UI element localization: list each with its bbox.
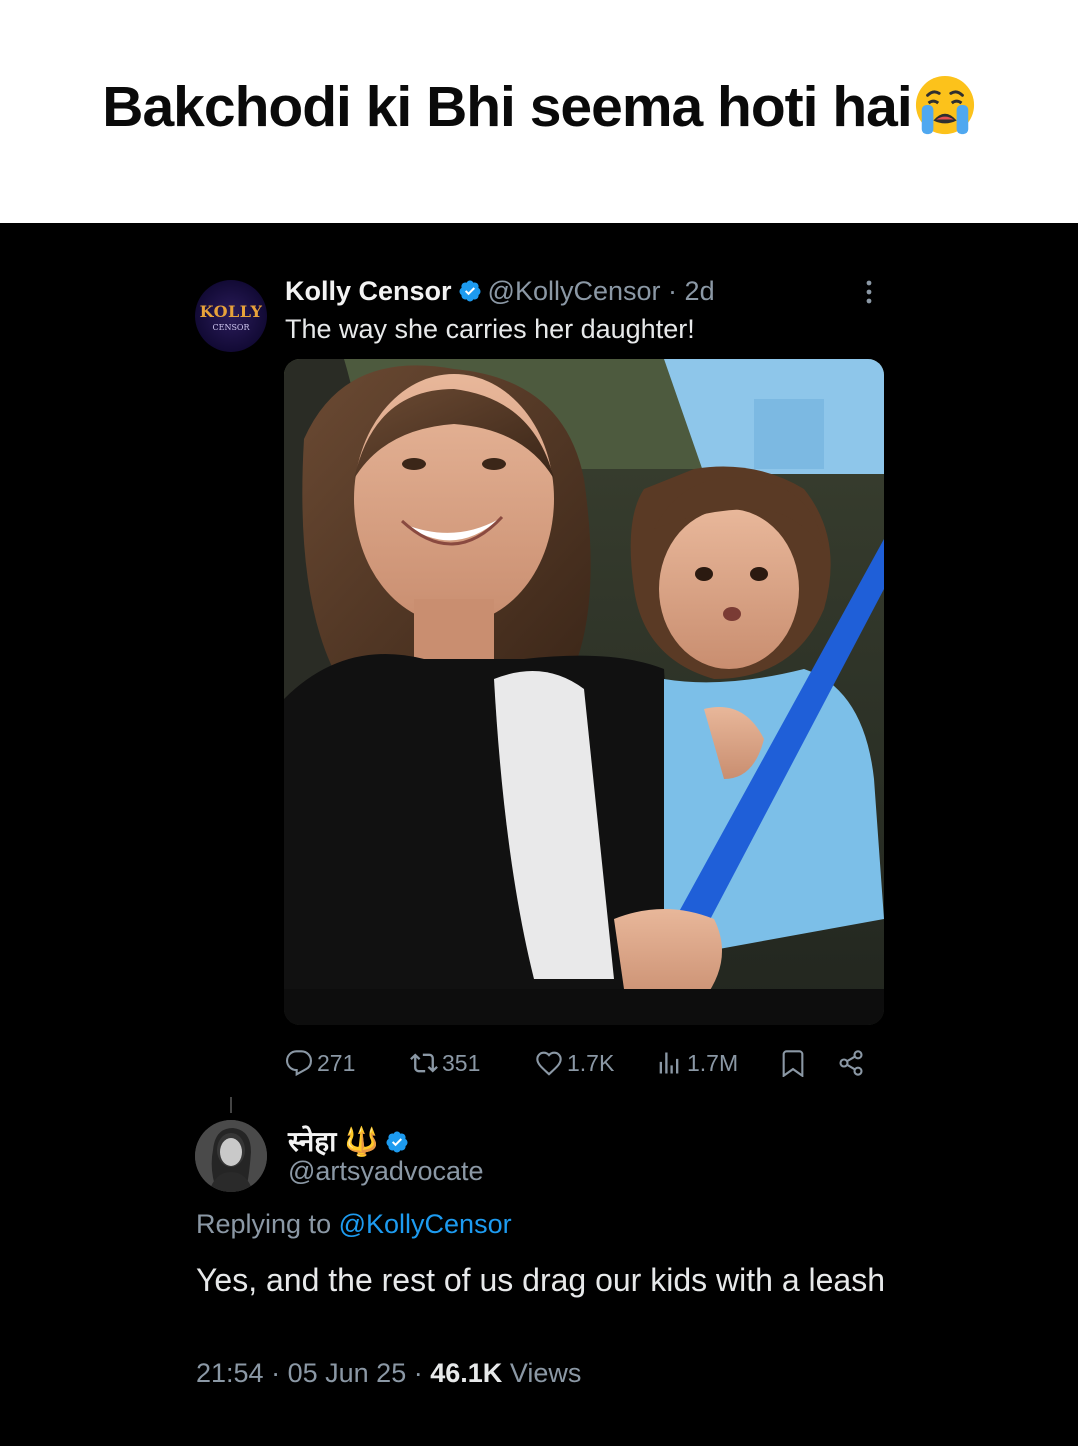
avatar-logo-text: KOLLY <box>199 302 263 321</box>
views-action[interactable]: 1.7M <box>655 1046 738 1080</box>
repost-count: 351 <box>442 1049 481 1076</box>
meta-separator: · <box>413 1358 423 1388</box>
reply-action[interactable]: 271 <box>285 1046 355 1080</box>
reply-count: 271 <box>317 1049 356 1076</box>
tweet-action-bar: 271 351 1.7K 1.7M <box>285 1046 885 1080</box>
repost-action[interactable]: 351 <box>410 1046 480 1080</box>
crying-face-emoji <box>915 75 974 135</box>
profile-photo-icon <box>195 1120 267 1192</box>
tweet-author-name[interactable]: Kolly Censor <box>285 276 452 306</box>
avatar-logo-subtext: CENSOR <box>212 323 250 332</box>
tweet-author-line: Kolly Censor @KollyCensor · 2d <box>285 276 715 307</box>
analytics-icon <box>659 1052 679 1074</box>
reply-time[interactable]: 21:54 <box>196 1358 264 1388</box>
reply-author-line: स्नेहा 🔱 <box>288 1122 415 1160</box>
bookmark-icon <box>782 1050 804 1077</box>
reply-author-avatar[interactable] <box>195 1120 267 1192</box>
bookmark-action[interactable] <box>779 1046 811 1080</box>
verified-badge-icon <box>459 280 481 302</box>
share-icon <box>839 1050 863 1076</box>
tweet-age[interactable]: 2d <box>685 276 715 306</box>
tweet-handle[interactable]: @KollyCensor <box>488 276 661 306</box>
reply-author-handle[interactable]: @artsyadvocate <box>288 1156 484 1187</box>
reply-date[interactable]: 05 Jun 25 <box>288 1358 407 1388</box>
reply-views-label: Views <box>509 1358 582 1388</box>
thread-connector-line <box>230 1097 232 1113</box>
share-action[interactable] <box>837 1046 869 1080</box>
more-options-icon[interactable] <box>858 278 880 306</box>
verified-badge-icon <box>386 1131 408 1153</box>
tweet-separator: · <box>668 276 678 306</box>
tweet-text: The way she carries her daughter! <box>285 314 695 344</box>
reply-meta-line: 21:54 · 05 Jun 25 · 46.1K Views <box>196 1358 581 1389</box>
meta-separator: · <box>271 1358 281 1388</box>
kolly-censor-avatar[interactable]: KOLLY CENSOR <box>195 280 267 352</box>
tweet-media-photo[interactable] <box>284 359 884 1025</box>
repost-icon <box>410 1053 438 1073</box>
heart-icon <box>536 1051 562 1076</box>
reply-text: Yes, and the rest of us drag our kids wi… <box>196 1262 885 1298</box>
reply-author-name[interactable]: स्नेहा 🔱 <box>288 1126 379 1157</box>
photo-woman-holding-child <box>284 359 884 1025</box>
meme-caption-text: Bakchodi ki Bhi seema hoti hai <box>102 75 912 139</box>
like-count: 1.7K <box>567 1049 615 1076</box>
replying-to-line: Replying to @KollyCensor <box>196 1209 512 1240</box>
replying-to-prefix: Replying to <box>196 1209 332 1239</box>
reply-views-count: 46.1K <box>430 1358 503 1388</box>
views-count: 1.7M <box>687 1049 739 1076</box>
replying-to-mention[interactable]: @KollyCensor <box>339 1209 512 1239</box>
like-action[interactable]: 1.7K <box>535 1046 614 1080</box>
meme-caption: Bakchodi ki Bhi seema hoti hai <box>0 74 1078 140</box>
comment-icon <box>285 1050 313 1077</box>
meme-header: Bakchodi ki Bhi seema hoti hai <box>0 0 1078 223</box>
